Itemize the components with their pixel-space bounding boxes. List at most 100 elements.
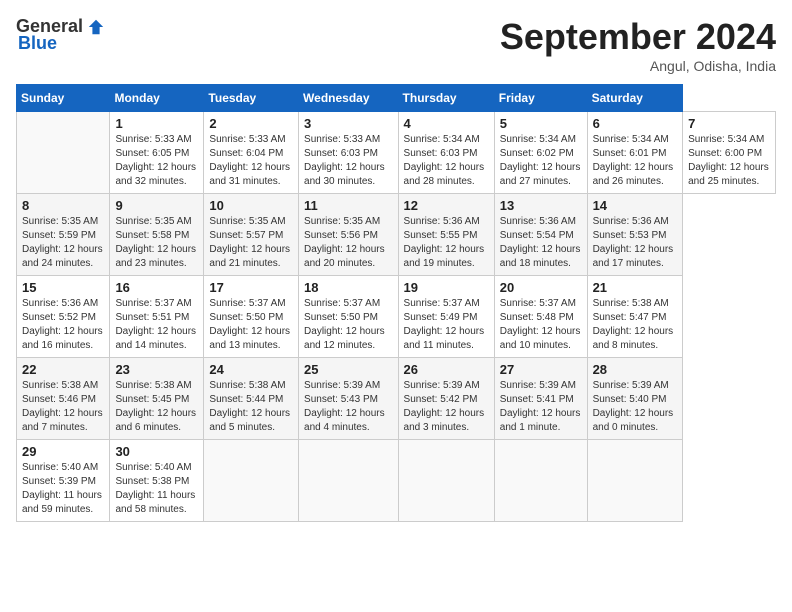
day-number: 27 [500, 362, 582, 377]
calendar-week-3: 15Sunrise: 5:36 AMSunset: 5:52 PMDayligh… [17, 276, 776, 358]
calendar-cell: 20 Sunrise: 5:37 AMSunset: 5:48 PMDayligh… [494, 276, 587, 358]
calendar-header-friday: Friday [494, 85, 587, 112]
day-number: 13 [500, 198, 582, 213]
logo-icon [87, 18, 105, 36]
day-info: Sunrise: 5:39 AMSunset: 5:43 PMDaylight:… [304, 379, 393, 435]
day-info: Sunrise: 5:33 AMSunset: 6:03 PMDaylight:… [304, 133, 393, 189]
day-info: Sunrise: 5:38 AMSunset: 5:47 PMDaylight:… [593, 297, 678, 353]
day-info: Sunrise: 5:33 AMSunset: 6:04 PMDaylight:… [209, 133, 293, 189]
calendar-cell: 25Sunrise: 5:39 AMSunset: 5:43 PMDayligh… [299, 358, 399, 440]
day-info: Sunrise: 5:34 AMSunset: 6:03 PMDaylight:… [404, 133, 489, 189]
calendar-cell: 8Sunrise: 5:35 AMSunset: 5:59 PMDaylight… [17, 194, 110, 276]
day-info: Sunrise: 5:38 AMSunset: 5:45 PMDaylight:… [115, 379, 198, 435]
calendar-cell: 3 Sunrise: 5:33 AMSunset: 6:03 PMDaylight… [299, 112, 399, 194]
day-info: Sunrise: 5:40 AMSunset: 5:38 PMDaylight:… [115, 461, 198, 517]
calendar-cell: 10 Sunrise: 5:35 AMSunset: 5:57 PMDayligh… [204, 194, 299, 276]
day-number: 26 [404, 362, 489, 377]
day-number: 7 [688, 116, 770, 131]
calendar-cell: 17 Sunrise: 5:37 AMSunset: 5:50 PMDayligh… [204, 276, 299, 358]
calendar-cell [204, 440, 299, 522]
calendar-cell: 27 Sunrise: 5:39 AMSunset: 5:41 PMDayligh… [494, 358, 587, 440]
day-number: 14 [593, 198, 678, 213]
calendar-cell: 13 Sunrise: 5:36 AMSunset: 5:54 PMDayligh… [494, 194, 587, 276]
calendar-cell [587, 440, 683, 522]
calendar-header-sunday: Sunday [17, 85, 110, 112]
day-info: Sunrise: 5:34 AMSunset: 6:00 PMDaylight:… [688, 133, 770, 189]
day-info: Sunrise: 5:37 AMSunset: 5:50 PMDaylight:… [209, 297, 293, 353]
day-number: 9 [115, 198, 198, 213]
day-number: 23 [115, 362, 198, 377]
day-number: 3 [304, 116, 393, 131]
calendar-cell [17, 112, 110, 194]
day-info: Sunrise: 5:37 AMSunset: 5:51 PMDaylight:… [115, 297, 198, 353]
day-info: Sunrise: 5:35 AMSunset: 5:59 PMDaylight:… [22, 215, 104, 271]
day-info: Sunrise: 5:39 AMSunset: 5:41 PMDaylight:… [500, 379, 582, 435]
day-info: Sunrise: 5:38 AMSunset: 5:46 PMDaylight:… [22, 379, 104, 435]
day-info: Sunrise: 5:34 AMSunset: 6:02 PMDaylight:… [500, 133, 582, 189]
calendar-cell: 4 Sunrise: 5:34 AMSunset: 6:03 PMDaylight… [398, 112, 494, 194]
day-info: Sunrise: 5:36 AMSunset: 5:55 PMDaylight:… [404, 215, 489, 271]
day-number: 19 [404, 280, 489, 295]
calendar-cell: 6Sunrise: 5:34 AMSunset: 6:01 PMDaylight… [587, 112, 683, 194]
calendar-header-monday: Monday [110, 85, 204, 112]
day-number: 11 [304, 198, 393, 213]
day-number: 18 [304, 280, 393, 295]
day-info: Sunrise: 5:36 AMSunset: 5:53 PMDaylight:… [593, 215, 678, 271]
calendar-cell: 29Sunrise: 5:40 AMSunset: 5:39 PMDayligh… [17, 440, 110, 522]
calendar-week-1: 1 Sunrise: 5:33 AMSunset: 6:05 PMDaylight… [17, 112, 776, 194]
calendar-cell [299, 440, 399, 522]
day-info: Sunrise: 5:37 AMSunset: 5:50 PMDaylight:… [304, 297, 393, 353]
day-number: 22 [22, 362, 104, 377]
day-number: 30 [115, 444, 198, 459]
day-info: Sunrise: 5:36 AMSunset: 5:52 PMDaylight:… [22, 297, 104, 353]
day-number: 4 [404, 116, 489, 131]
calendar-cell: 16 Sunrise: 5:37 AMSunset: 5:51 PMDayligh… [110, 276, 204, 358]
calendar-cell: 12 Sunrise: 5:36 AMSunset: 5:55 PMDayligh… [398, 194, 494, 276]
calendar-cell: 26 Sunrise: 5:39 AMSunset: 5:42 PMDayligh… [398, 358, 494, 440]
calendar-cell: 18 Sunrise: 5:37 AMSunset: 5:50 PMDayligh… [299, 276, 399, 358]
day-number: 6 [593, 116, 678, 131]
day-number: 17 [209, 280, 293, 295]
day-number: 2 [209, 116, 293, 131]
day-number: 28 [593, 362, 678, 377]
day-number: 10 [209, 198, 293, 213]
day-number: 5 [500, 116, 582, 131]
calendar-cell: 5 Sunrise: 5:34 AMSunset: 6:02 PMDaylight… [494, 112, 587, 194]
calendar-header-thursday: Thursday [398, 85, 494, 112]
day-info: Sunrise: 5:39 AMSunset: 5:42 PMDaylight:… [404, 379, 489, 435]
day-number: 16 [115, 280, 198, 295]
calendar-cell: 30 Sunrise: 5:40 AMSunset: 5:38 PMDayligh… [110, 440, 204, 522]
calendar-cell: 23 Sunrise: 5:38 AMSunset: 5:45 PMDayligh… [110, 358, 204, 440]
day-info: Sunrise: 5:39 AMSunset: 5:40 PMDaylight:… [593, 379, 678, 435]
day-number: 12 [404, 198, 489, 213]
day-info: Sunrise: 5:35 AMSunset: 5:56 PMDaylight:… [304, 215, 393, 271]
calendar-week-5: 29Sunrise: 5:40 AMSunset: 5:39 PMDayligh… [17, 440, 776, 522]
calendar-cell: 9 Sunrise: 5:35 AMSunset: 5:58 PMDaylight… [110, 194, 204, 276]
day-info: Sunrise: 5:35 AMSunset: 5:58 PMDaylight:… [115, 215, 198, 271]
calendar-cell: 24 Sunrise: 5:38 AMSunset: 5:44 PMDayligh… [204, 358, 299, 440]
day-info: Sunrise: 5:35 AMSunset: 5:57 PMDaylight:… [209, 215, 293, 271]
day-info: Sunrise: 5:37 AMSunset: 5:48 PMDaylight:… [500, 297, 582, 353]
day-number: 24 [209, 362, 293, 377]
day-info: Sunrise: 5:33 AMSunset: 6:05 PMDaylight:… [115, 133, 198, 189]
calendar-cell: 21 Sunrise: 5:38 AMSunset: 5:47 PMDayligh… [587, 276, 683, 358]
calendar-header-saturday: Saturday [587, 85, 683, 112]
calendar-cell: 1 Sunrise: 5:33 AMSunset: 6:05 PMDaylight… [110, 112, 204, 194]
logo-blue-text: Blue [18, 33, 57, 54]
logo: General Blue [16, 16, 105, 54]
day-info: Sunrise: 5:36 AMSunset: 5:54 PMDaylight:… [500, 215, 582, 271]
calendar-cell [494, 440, 587, 522]
day-info: Sunrise: 5:38 AMSunset: 5:44 PMDaylight:… [209, 379, 293, 435]
calendar-cell: 11 Sunrise: 5:35 AMSunset: 5:56 PMDayligh… [299, 194, 399, 276]
day-number: 21 [593, 280, 678, 295]
calendar-cell: 22 Sunrise: 5:38 AMSunset: 5:46 PMDayligh… [17, 358, 110, 440]
day-info: Sunrise: 5:37 AMSunset: 5:49 PMDaylight:… [404, 297, 489, 353]
calendar-cell: 14 Sunrise: 5:36 AMSunset: 5:53 PMDayligh… [587, 194, 683, 276]
calendar-cell: 15Sunrise: 5:36 AMSunset: 5:52 PMDayligh… [17, 276, 110, 358]
day-number: 1 [115, 116, 198, 131]
calendar-header-row: SundayMondayTuesdayWednesdayThursdayFrid… [17, 85, 776, 112]
calendar-cell: 19 Sunrise: 5:37 AMSunset: 5:49 PMDayligh… [398, 276, 494, 358]
calendar-week-2: 8Sunrise: 5:35 AMSunset: 5:59 PMDaylight… [17, 194, 776, 276]
day-info: Sunrise: 5:40 AMSunset: 5:39 PMDaylight:… [22, 461, 104, 517]
day-number: 20 [500, 280, 582, 295]
